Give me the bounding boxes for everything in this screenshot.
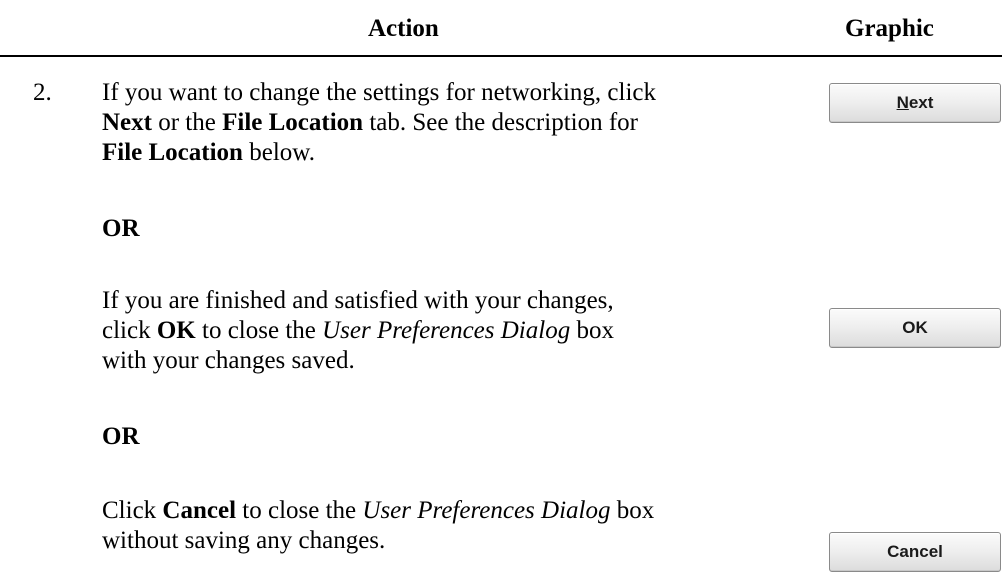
italic-dialog-name: User Preferences Dialog [362, 497, 611, 524]
bold-file-location: File Location [102, 139, 243, 166]
text: to close the [236, 497, 363, 524]
or-separator: OR [102, 215, 140, 242]
bold-ok: OK [156, 317, 196, 344]
column-header-action: Action [368, 15, 439, 42]
ok-button[interactable]: OK [829, 308, 1001, 348]
instruction-next: If you want to change the settings for n… [102, 78, 662, 168]
step-number: 2. [33, 79, 52, 106]
cancel-button[interactable]: Cancel [829, 532, 1001, 572]
bold-cancel: Cancel [162, 497, 237, 524]
or-separator: OR [102, 423, 140, 450]
next-button-label: ext [908, 93, 934, 112]
text: below. [242, 139, 315, 166]
header-divider [0, 55, 1002, 57]
text: tab. See the description for [363, 109, 638, 136]
text: to close the [195, 317, 323, 344]
next-button-mnemonic: N [896, 93, 909, 112]
bold-next: Next [102, 109, 152, 136]
text: or the [151, 109, 223, 136]
instruction-ok: If you are finished and satisfied with y… [102, 286, 662, 376]
text: Click [102, 497, 163, 524]
instruction-cancel: Click Cancel to close the User Preferenc… [102, 496, 662, 556]
column-header-graphic: Graphic [845, 15, 934, 42]
bold-file-location: File Location [222, 109, 364, 136]
text: If you want to change the settings for n… [102, 79, 657, 106]
italic-dialog-name: User Preferences Dialog [322, 317, 571, 344]
next-button[interactable]: Next [829, 83, 1001, 123]
